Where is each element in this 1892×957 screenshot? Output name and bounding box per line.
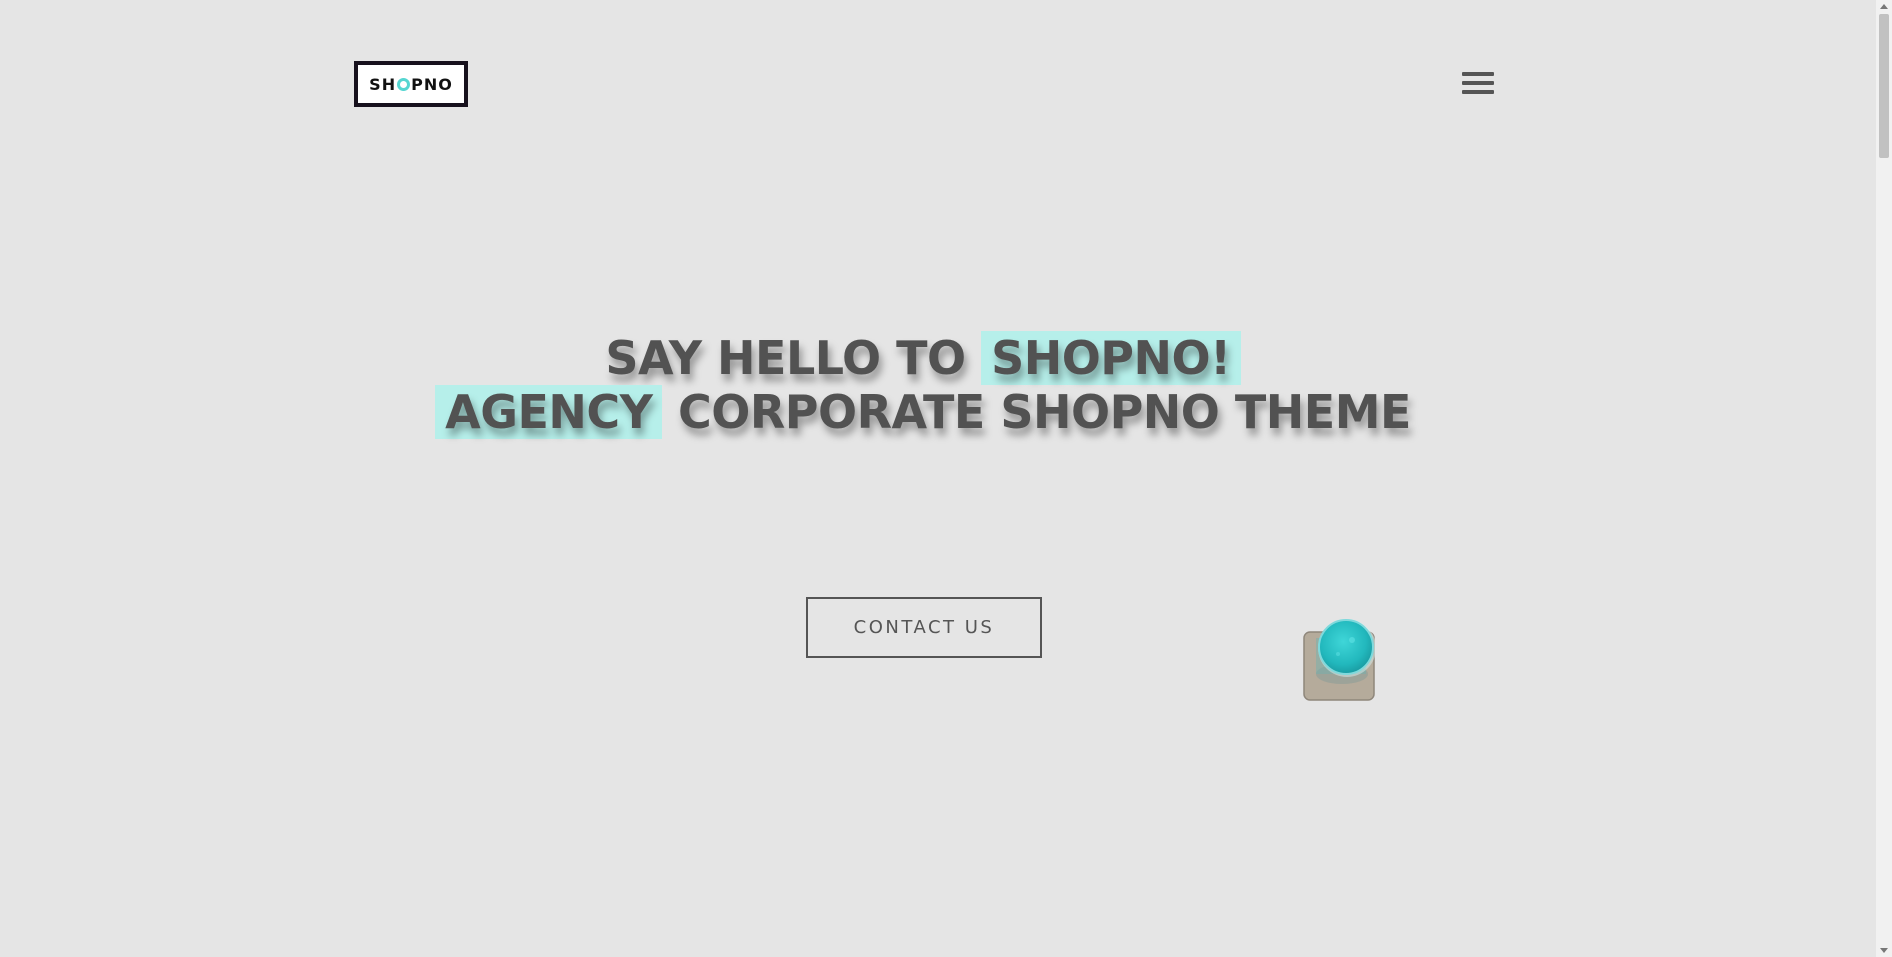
menu-bar-top: [1462, 72, 1494, 76]
coffee-cup-image: [1303, 619, 1376, 701]
page: SH PNO SAY HELLO TO SHOPNO! AGENCY CORPO…: [0, 0, 1892, 957]
page-scrollbar[interactable]: [1876, 0, 1892, 957]
headline-line-2-text: CORPORATE SHOPNO THEME: [677, 384, 1411, 439]
scroll-thumb[interactable]: [1879, 14, 1889, 158]
menu-bar-bottom: [1462, 90, 1494, 94]
headline-highlight-shopno: SHOPNO!: [981, 330, 1241, 385]
hero-headline: SAY HELLO TO SHOPNO! AGENCY CORPORATE SH…: [0, 330, 1846, 439]
scroll-up-arrow-icon[interactable]: [1880, 4, 1888, 9]
logo-suffix: PNO: [411, 74, 453, 94]
headline-line-1-text: SAY HELLO TO: [605, 330, 966, 385]
headline-line-1: SAY HELLO TO SHOPNO!: [0, 330, 1846, 385]
menu-bar-middle: [1462, 81, 1494, 85]
contact-us-button[interactable]: CONTACT US: [806, 597, 1042, 658]
scroll-down-arrow-icon[interactable]: [1880, 948, 1888, 953]
hamburger-menu-icon[interactable]: [1462, 72, 1494, 98]
logo-wordmark: SH PNO: [369, 75, 453, 94]
logo-ring-icon: [397, 77, 411, 91]
headline-highlight-agency: AGENCY: [435, 384, 663, 439]
logo-prefix: SH: [369, 74, 397, 94]
headline-line-2: AGENCY CORPORATE SHOPNO THEME: [0, 384, 1846, 439]
site-logo[interactable]: SH PNO: [354, 61, 468, 107]
